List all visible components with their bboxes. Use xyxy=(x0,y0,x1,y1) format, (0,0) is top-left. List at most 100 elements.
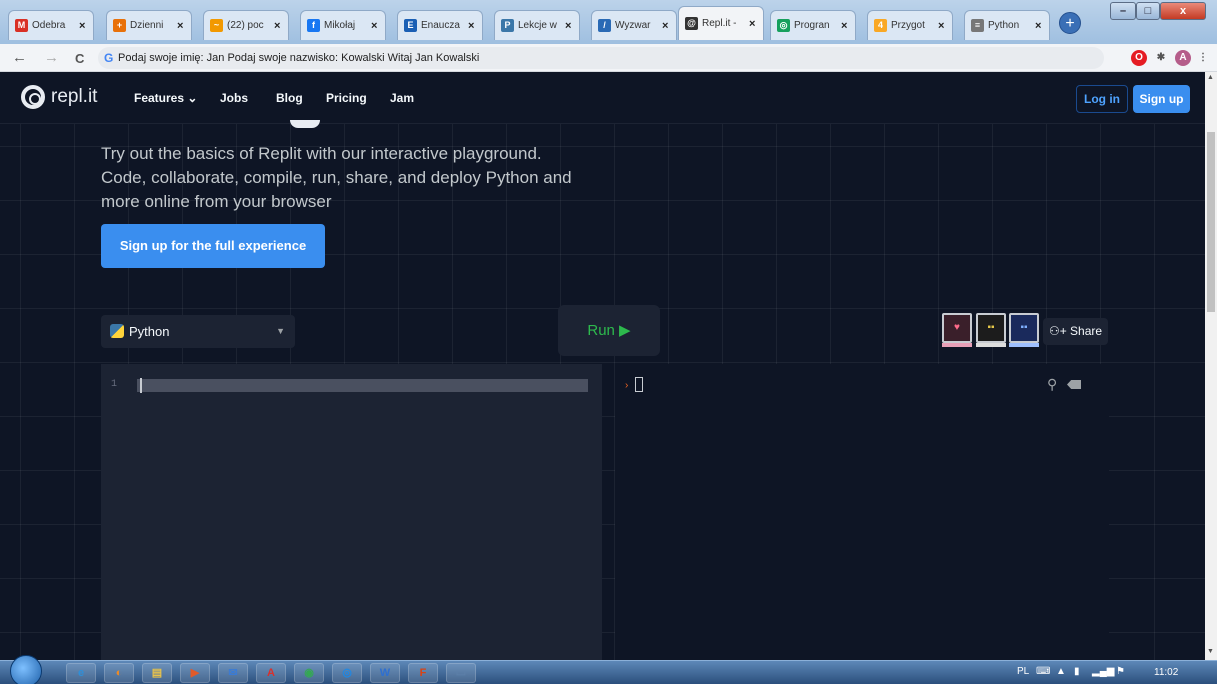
tab-label: Lekcje w xyxy=(518,20,557,31)
forward-button[interactable]: → xyxy=(44,49,59,66)
extensions-puzzle-icon[interactable]: ✱ xyxy=(1153,50,1169,66)
login-button[interactable]: Log in xyxy=(1076,85,1128,113)
page-scrollbar[interactable]: ▲ ▼ xyxy=(1205,72,1217,660)
tab-close-icon[interactable]: × xyxy=(565,20,575,32)
browser-tab[interactable]: ≡ Python × xyxy=(964,10,1050,40)
console-panel[interactable]: › ⚲ xyxy=(615,364,1109,660)
nav-blog[interactable]: Blog xyxy=(276,91,303,105)
language-select[interactable]: Python ▼ xyxy=(101,315,295,348)
taskbar-app-icon[interactable]: ▶ xyxy=(180,663,210,683)
profile-avatar[interactable]: A xyxy=(1175,50,1191,66)
avatar-blue-bar xyxy=(1009,343,1039,347)
signal-icon[interactable]: ▂▄▆ xyxy=(1092,666,1114,677)
nav-jam[interactable]: Jam xyxy=(390,91,414,105)
tab-close-icon[interactable]: × xyxy=(371,20,381,32)
tab-label: Enaucza xyxy=(421,20,460,31)
window-close-button[interactable]: x xyxy=(1160,2,1206,20)
hero-description: Try out the basics of Replit with our in… xyxy=(101,144,572,211)
address-bar[interactable]: G Podaj swoje imię: Jan Podaj swoje nazw… xyxy=(98,47,1104,69)
browser-tab-bar: M Odebra × + Dzienni × ~ (22) poc × f Mikołaj × E Ena… xyxy=(0,0,1217,44)
tab-favicon-icon: @ xyxy=(685,17,698,30)
taskbar-app-icon[interactable]: ▭ xyxy=(446,663,476,683)
clear-console-icon[interactable] xyxy=(1067,380,1081,389)
tab-close-icon[interactable]: × xyxy=(662,20,672,32)
browser-tab[interactable]: @ Repl.it - × xyxy=(678,6,764,40)
editor-cursor xyxy=(140,378,142,393)
window-minimize-button[interactable]: – xyxy=(1110,2,1136,20)
tab-label: Przygot xyxy=(891,20,925,31)
taskbar-app-icon[interactable]: F xyxy=(408,663,438,683)
browser-menu-icon[interactable]: ⋮ xyxy=(1195,50,1211,66)
tab-close-icon[interactable]: × xyxy=(1035,20,1045,32)
python-icon xyxy=(110,324,124,338)
tab-close-icon[interactable]: × xyxy=(79,20,89,32)
new-tab-button[interactable]: + xyxy=(1059,12,1081,34)
tab-favicon-icon: M xyxy=(15,19,28,32)
taskbar-app-icon[interactable]: ▤ xyxy=(142,663,172,683)
share-button[interactable]: ⚇+ Share xyxy=(1043,318,1108,345)
signup-full-experience-button[interactable]: Sign up for the full experience xyxy=(101,224,325,268)
tab-label: Odebra xyxy=(32,20,66,31)
tab-close-icon[interactable]: × xyxy=(841,20,851,32)
chevron-down-icon: ▼ xyxy=(276,326,285,336)
tab-favicon-icon: f xyxy=(307,19,320,32)
line-number: 1 xyxy=(111,379,118,390)
taskbar-app-icon[interactable]: e xyxy=(66,663,96,683)
replit-page: repl.it Features ⌄ Jobs Blog Pricing Jam… xyxy=(0,72,1205,660)
tab-favicon-icon: + xyxy=(113,19,126,32)
browser-tab[interactable]: E Enaucza × xyxy=(397,10,483,40)
browser-tab[interactable]: P Lekcje w × xyxy=(494,10,580,40)
code-editor[interactable]: 1 xyxy=(101,364,602,660)
taskbar-app-icon[interactable]: W xyxy=(370,663,400,683)
network-icon[interactable]: ▮ xyxy=(1074,666,1080,677)
nav-jobs[interactable]: Jobs xyxy=(220,91,248,105)
tab-close-icon[interactable]: × xyxy=(468,20,478,32)
browser-tab[interactable]: M Odebra × xyxy=(8,10,94,40)
tray-expand-icon[interactable]: ▲ xyxy=(1056,666,1066,677)
scroll-down-icon[interactable]: ▼ xyxy=(1207,648,1214,655)
tab-label: Mikołaj xyxy=(324,20,356,31)
keyboard-icon[interactable]: ⌨ xyxy=(1036,666,1050,677)
taskbar-app-icon[interactable]: ✉ xyxy=(218,663,248,683)
start-button[interactable] xyxy=(10,655,42,684)
browser-tab[interactable]: / Wyzwar × xyxy=(591,10,677,40)
nav-pricing[interactable]: Pricing xyxy=(326,91,367,105)
reload-button[interactable]: C xyxy=(75,51,84,66)
avatar-blue-icon[interactable]: ▪▪ xyxy=(1009,313,1039,343)
avatar-pink-icon[interactable]: ♥ xyxy=(942,313,972,343)
tab-close-icon[interactable]: × xyxy=(177,20,187,32)
browser-tab[interactable]: ~ (22) poc × xyxy=(203,10,289,40)
tray-language[interactable]: PL xyxy=(1017,666,1029,677)
flag-icon[interactable]: ⚑ xyxy=(1116,666,1125,677)
back-button[interactable]: ← xyxy=(12,49,27,66)
tab-label: Progran xyxy=(794,20,830,31)
scrollbar-thumb[interactable] xyxy=(1207,132,1215,312)
replit-logo-icon[interactable] xyxy=(21,85,45,109)
taskbar-clock[interactable]: 11:02 xyxy=(1154,667,1178,678)
opera-extension-icon[interactable]: O xyxy=(1131,50,1147,66)
browser-tab[interactable]: ◎ Progran × xyxy=(770,10,856,40)
scroll-up-icon[interactable]: ▲ xyxy=(1207,74,1214,81)
taskbar-app-icon[interactable]: ◐ xyxy=(104,663,134,683)
search-icon[interactable]: ⚲ xyxy=(1047,376,1057,393)
window-maximize-button[interactable]: □ xyxy=(1136,2,1160,20)
taskbar-app-icon[interactable]: ◎ xyxy=(332,663,362,683)
browser-tab[interactable]: 4 Przygot × xyxy=(867,10,953,40)
replit-logo-text[interactable]: repl.it xyxy=(51,86,97,108)
taskbar-app-icon[interactable]: A xyxy=(256,663,286,683)
tab-label: (22) poc xyxy=(227,20,264,31)
signup-button[interactable]: Sign up xyxy=(1133,85,1190,113)
taskbar-app-icon[interactable]: ◉ xyxy=(294,663,324,683)
run-button[interactable]: Run ▶ xyxy=(558,305,660,356)
browser-tab[interactable]: + Dzienni × xyxy=(106,10,192,40)
nav-features[interactable]: Features ⌄ xyxy=(134,91,197,105)
tab-close-icon[interactable]: × xyxy=(274,20,284,32)
language-label: Python xyxy=(129,324,170,339)
tab-close-icon[interactable]: × xyxy=(938,20,948,32)
replit-navbar: repl.it Features ⌄ Jobs Blog Pricing Jam… xyxy=(0,72,1205,124)
avatar-dark-icon[interactable]: ▪▪ xyxy=(976,313,1006,343)
browser-tab[interactable]: f Mikołaj × xyxy=(300,10,386,40)
tab-favicon-icon: ◎ xyxy=(777,19,790,32)
tab-close-icon[interactable]: × xyxy=(749,18,759,30)
console-cursor xyxy=(635,377,643,392)
